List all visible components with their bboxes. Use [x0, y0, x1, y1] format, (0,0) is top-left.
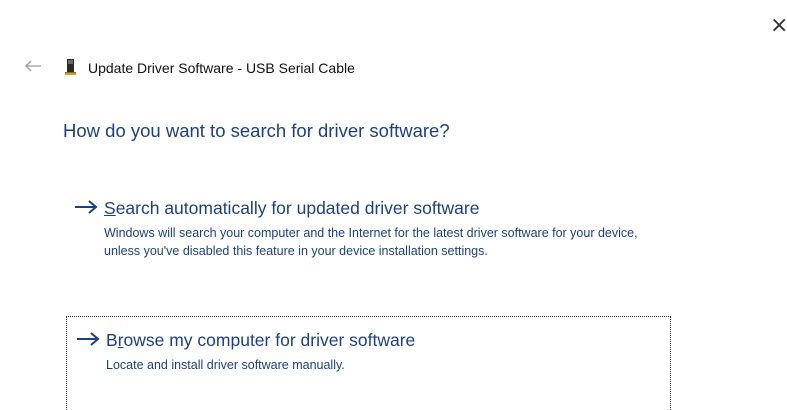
browse-computer-title: Browse my computer for driver software — [106, 328, 415, 352]
back-button[interactable] — [23, 58, 43, 74]
right-arrow-icon — [74, 329, 104, 349]
option-title-text: B — [106, 330, 118, 350]
search-automatically-description: Windows will search your computer and th… — [104, 226, 638, 258]
browse-computer-option[interactable]: Browse my computer for driver software L… — [66, 316, 671, 410]
right-arrow-icon — [72, 197, 102, 217]
window-title: Update Driver Software - USB Serial Cabl… — [88, 60, 355, 76]
page-heading: How do you want to search for driver sof… — [63, 120, 450, 141]
close-icon: × — [770, 13, 787, 38]
usb-device-icon — [64, 58, 78, 76]
search-automatically-title: Search automatically for updated driver … — [104, 196, 479, 220]
back-arrow-icon — [25, 60, 41, 72]
browse-computer-description: Locate and install driver software manua… — [106, 358, 345, 372]
option-title-text: earch automatically for updated driver s… — [115, 198, 480, 218]
search-automatically-option[interactable]: Search automatically for updated driver … — [66, 193, 671, 293]
accelerator-key: S — [104, 198, 116, 218]
option-title-text: owse my computer for driver software — [123, 330, 416, 350]
close-button[interactable]: × — [770, 13, 787, 38]
